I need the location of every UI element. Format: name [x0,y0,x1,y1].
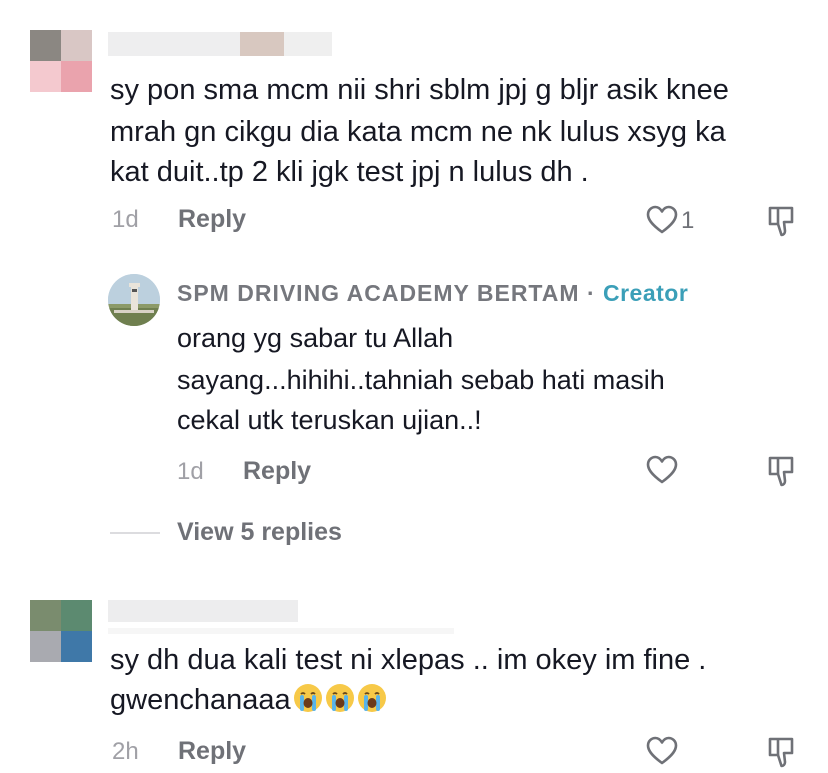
creator-username-line: SPM DRIVING ACADEMY BERTAM · Creator [177,280,688,307]
like-count: 1 [681,207,695,234]
username-redacted-underline [108,628,454,634]
reply-button[interactable]: Reply [178,737,246,766]
creator-badge: Creator [603,280,689,306]
loudly-crying-face-icon [293,683,323,713]
comment-text-line: kat duit..tp 2 kli jgk test jpj n lulus … [110,156,589,188]
avatar[interactable] [30,600,92,662]
reply-text-line: cekal utk teruskan ujian..! [177,405,482,435]
comment-timestamp: 2h [112,738,139,765]
comment-timestamp: 1d [112,206,139,233]
loudly-crying-face-icon [357,683,387,713]
comment-text-line: mrah gn cikgu dia kata mcm ne nk lulus x… [110,116,726,148]
reply-timestamp: 1d [177,458,204,485]
creator-username[interactable]: SPM DRIVING ACADEMY BERTAM [177,280,580,306]
avatar[interactable] [30,30,92,92]
loudly-crying-face-icon [325,683,355,713]
separator-dot: · [586,280,596,306]
heart-icon[interactable] [646,736,678,766]
view-replies-button[interactable]: View 5 replies [177,518,342,547]
reply-text-line: sayang...hihihi..tahniah sebab hati masi… [177,365,665,395]
divider-line [110,532,160,534]
reply-button[interactable]: Reply [243,457,311,486]
creator-avatar[interactable] [108,274,160,326]
username-redacted[interactable] [108,600,298,622]
dislike-icon[interactable] [766,455,796,487]
comment-text-line: sy dh dua kali test ni xlepas .. im okey… [110,644,707,676]
username-redacted[interactable] [108,32,332,56]
heart-icon[interactable] [646,205,678,235]
comment-text-line: sy pon sma mcm nii shri sblm jpj g bljr … [110,74,729,106]
comment-text: gwenchanaaa [110,684,291,716]
dislike-icon[interactable] [766,736,796,768]
comment-text-line-with-emoji: gwenchanaaa [110,680,387,720]
reply-button[interactable]: Reply [178,205,246,234]
dislike-icon[interactable] [766,205,796,237]
reply-text-line: orang yg sabar tu Allah [177,323,454,353]
heart-icon[interactable] [646,455,678,485]
